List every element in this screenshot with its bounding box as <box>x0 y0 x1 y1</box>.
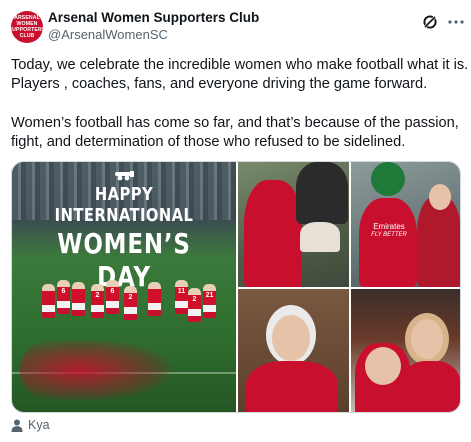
fan-face <box>411 319 443 359</box>
tweet-header: ARSENAL WOMEN SUPPORTERS CLUB Arsenal Wo… <box>11 9 464 43</box>
fan-figure <box>244 180 302 287</box>
account-avatar[interactable]: ARSENAL WOMEN SUPPORTERS CLUB <box>11 11 43 43</box>
tweet-line: Women’s football has come so far, and th… <box>11 114 459 131</box>
media-grid: HAPPY INTERNATIONAL WOMEN’S DAY 6 2 6 2 … <box>11 161 461 413</box>
shirt-number: 2 <box>192 296 197 303</box>
player <box>42 284 55 318</box>
shirt-number: 6 <box>110 288 115 295</box>
cannon-icon <box>115 171 134 181</box>
shirt-number: 11 <box>177 288 186 295</box>
media-image-fans-2[interactable]: Emirates FLY BETTER <box>351 162 460 287</box>
avatar-text-line1: ARSENAL WOMEN <box>14 15 40 27</box>
player: 11 <box>175 280 188 314</box>
media-image-fans-1[interactable] <box>238 162 349 287</box>
iwd-title-line1: HAPPY INTERNATIONAL <box>54 184 194 226</box>
media-image-fan-portrait[interactable] <box>238 289 349 412</box>
shirt-number: 2 <box>128 294 133 301</box>
account-name[interactable]: Arsenal Women Supporters Club <box>48 10 259 25</box>
iwd-title: HAPPY INTERNATIONAL WOMEN’S DAY <box>12 184 236 293</box>
fan-face <box>429 184 451 210</box>
person-icon <box>11 419 23 432</box>
fan-figure <box>401 361 460 412</box>
fan-figure <box>300 222 340 252</box>
mascot-head <box>371 162 405 196</box>
sponsor-name: Emirates <box>373 222 405 231</box>
player: 2 <box>91 284 104 318</box>
fan-figure <box>359 198 417 287</box>
player: 6 <box>106 280 119 314</box>
fan-face <box>272 315 310 361</box>
grok-icon[interactable] <box>422 14 438 30</box>
tweet-text: Today, we celebrate the incredible women… <box>11 56 469 153</box>
shirt-number: 21 <box>205 292 214 299</box>
player: 21 <box>203 284 216 318</box>
more-icon[interactable] <box>447 14 465 30</box>
player: 6 <box>57 280 70 314</box>
tweet-line: Players , coaches, fans, and everyone dr… <box>11 76 428 93</box>
player: 2 <box>124 286 137 320</box>
shirt-number: 2 <box>95 292 100 299</box>
media-image-fan-selfie[interactable] <box>351 289 460 412</box>
media-image-iwd-team[interactable]: HAPPY INTERNATIONAL WOMEN’S DAY 6 2 6 2 … <box>12 162 236 412</box>
player: 2 <box>188 288 201 322</box>
sponsor-slogan: FLY BETTER <box>371 232 407 238</box>
tweet-line: Today, we celebrate the incredible women… <box>11 57 469 73</box>
shirt-sponsor: Emirates FLY BETTER <box>363 222 415 240</box>
tagged-name: Kya <box>28 418 50 432</box>
blurred-foreground-player <box>20 340 170 400</box>
player <box>148 282 161 316</box>
account-handle[interactable]: @ArsenalWomenSC <box>48 27 168 42</box>
fan-face <box>365 347 401 385</box>
shirt-number: 6 <box>61 288 66 295</box>
fan-figure <box>246 361 338 412</box>
fan-figure <box>296 162 348 224</box>
player <box>72 282 85 316</box>
tweet-line: fight, and determination of those who re… <box>11 134 406 151</box>
avatar-text-line2: SUPPORTERS CLUB <box>11 27 43 39</box>
